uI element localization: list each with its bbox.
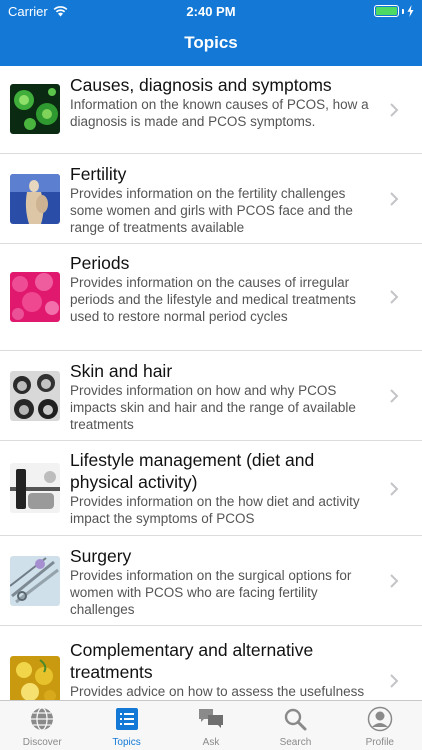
magnifier-icon [285, 708, 307, 731]
topic-title: Surgery [70, 546, 132, 566]
tab-topics[interactable]: Topics [84, 701, 168, 750]
tab-search[interactable]: Search [253, 701, 337, 750]
topic-description: Provides information on the causes of ir… [70, 275, 356, 324]
topic-description: Provides information on the fertility ch… [70, 186, 353, 235]
chevron-right-icon [390, 192, 399, 206]
tab-label: Ask [202, 737, 220, 748]
chevron-right-icon [390, 574, 399, 588]
topic-description: Information on the known causes of PCOS,… [70, 97, 369, 129]
topic-thumbnail-lifestyle-management [10, 463, 60, 513]
tab-ask[interactable]: Ask [169, 701, 253, 750]
topic-row-surgery[interactable]: Surgery Provides information on the surg… [0, 536, 422, 626]
topic-thumbnail-periods [10, 272, 60, 322]
topic-description: Provides information on the surgical opt… [70, 568, 352, 617]
topic-row-skin-and-hair[interactable]: Skin and hair Provides information on ho… [0, 351, 422, 441]
battery-icon [374, 5, 399, 17]
topic-thumbnail-fertility [10, 174, 60, 224]
status-indicators [374, 5, 414, 17]
globe-icon [31, 707, 54, 731]
topic-row-periods[interactable]: Periods Provides information on the caus… [0, 244, 422, 351]
topic-description: Provides advice on how to assess the use… [70, 684, 365, 699]
status-bar: Carrier 2:40 PM [0, 0, 422, 22]
topic-row-lifestyle-management[interactable]: Lifestyle management (diet and physical … [0, 441, 422, 536]
page-title: Topics [184, 33, 238, 52]
topic-row-fertility[interactable]: Fertility Provides information on the fe… [0, 154, 422, 244]
topic-description: Provides information on the how diet and… [70, 494, 360, 526]
tab-profile[interactable]: Profile [338, 701, 422, 750]
list-icon [115, 708, 138, 730]
topic-title: Lifestyle management (diet and physical … [70, 450, 315, 492]
tab-label: Search [279, 737, 312, 748]
chevron-right-icon [390, 674, 399, 688]
topics-list[interactable]: Causes, diagnosis and symptoms Informati… [0, 66, 422, 700]
chevron-right-icon [390, 290, 399, 304]
topic-description: Provides information on how and why PCOS… [70, 383, 356, 432]
topic-thumbnail-skin-and-hair [10, 371, 60, 421]
topic-row-causes[interactable]: Causes, diagnosis and symptoms Informati… [0, 66, 422, 154]
tab-bar: Discover Topics Ask Search Profile [0, 700, 422, 750]
topic-title: Fertility [70, 164, 127, 184]
topic-title: Complementary and alternative treatments [70, 640, 314, 682]
navigation-header: Carrier 2:40 PM Topics [0, 0, 422, 66]
tab-label: Profile [365, 737, 394, 748]
status-time: 2:40 PM [186, 4, 236, 19]
tab-label: Topics [112, 737, 141, 748]
topic-row-complementary-treatments[interactable]: Complementary and alternative treatments… [0, 626, 422, 700]
tab-discover[interactable]: Discover [0, 701, 84, 750]
topic-thumbnail-causes [10, 84, 60, 134]
topic-title: Skin and hair [70, 361, 173, 381]
charging-bolt-icon [407, 5, 414, 17]
person-icon [367, 706, 393, 732]
topic-title: Periods [70, 253, 130, 273]
chevron-right-icon [390, 389, 399, 403]
tab-label: Discover [22, 737, 62, 748]
battery-tip [402, 8, 404, 14]
chevron-right-icon [390, 482, 399, 496]
topic-thumbnail-surgery [10, 556, 60, 606]
chat-bubbles-icon [199, 709, 224, 728]
chevron-right-icon [390, 103, 399, 117]
topic-title: Causes, diagnosis and symptoms [70, 75, 332, 95]
topic-thumbnail-complementary-treatments [10, 656, 60, 700]
